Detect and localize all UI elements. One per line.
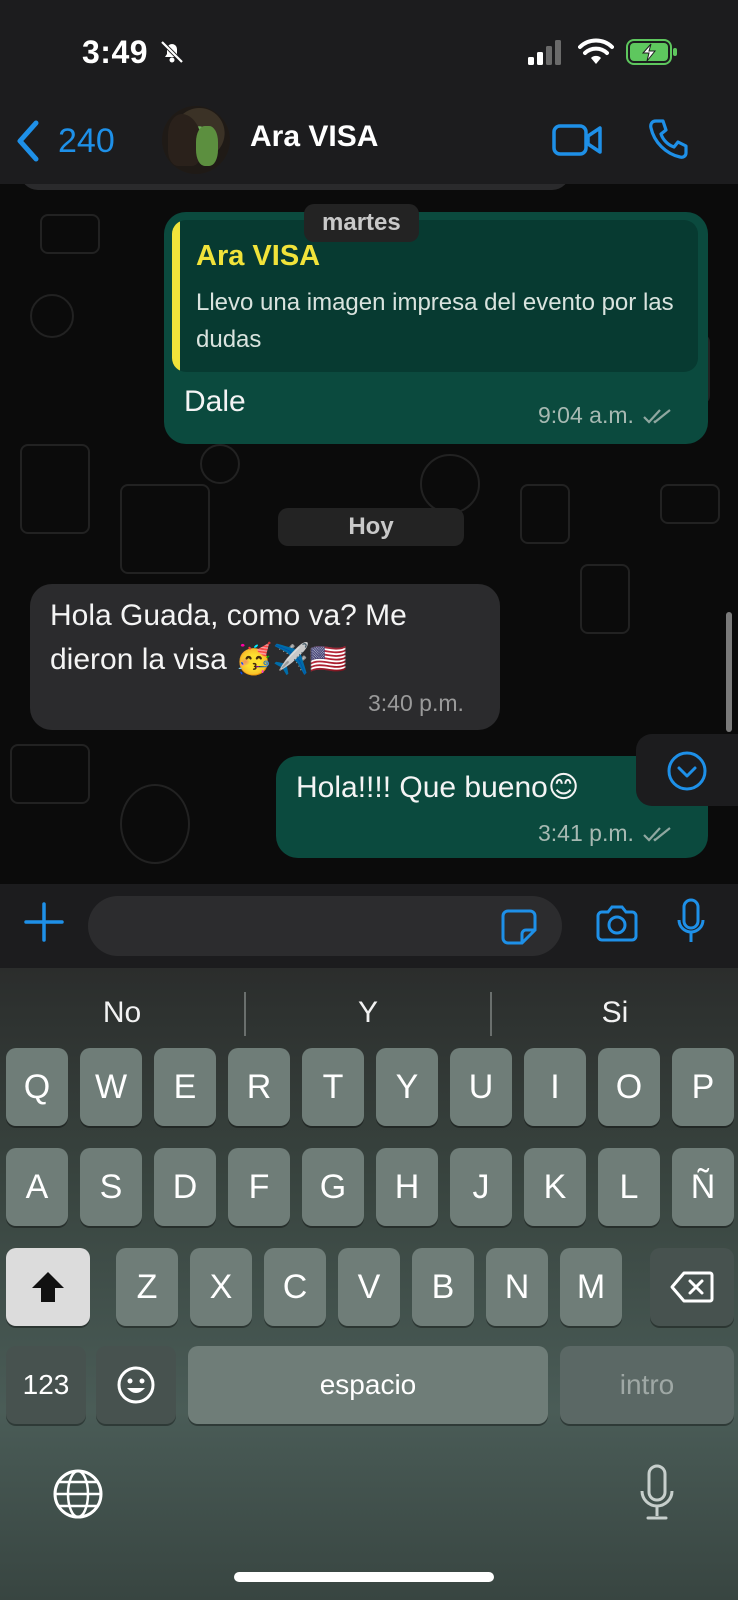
keyboard: No Y Si Q W E R T Y U I O P A S D F G H … (0, 968, 738, 1600)
message-meta: 9:04 a.m. (538, 402, 674, 429)
message-text-content: Hola!!!! Que bueno (296, 771, 548, 804)
space-key[interactable]: espacio (188, 1346, 548, 1424)
quoted-message[interactable]: Ara VISA Llevo una imagen impresa del ev… (172, 220, 698, 372)
dictation-mic-icon[interactable] (638, 1464, 676, 1524)
key-p[interactable]: P (672, 1048, 734, 1126)
key-s[interactable]: S (80, 1148, 142, 1226)
key-f[interactable]: F (228, 1148, 290, 1226)
contact-name[interactable]: Ara VISA (250, 120, 378, 154)
key-b[interactable]: B (412, 1248, 474, 1326)
key-x[interactable]: X (190, 1248, 252, 1326)
bell-slash-icon (160, 40, 184, 64)
key-enye[interactable]: Ñ (672, 1148, 734, 1226)
scroll-to-bottom-button[interactable] (636, 734, 738, 806)
key-k[interactable]: K (524, 1148, 586, 1226)
status-time: 3:49 (82, 34, 149, 70)
message-text: Hola!!!! Que bueno😊 (296, 766, 579, 810)
message-time: 3:40 p.m. (368, 690, 464, 716)
key-h[interactable]: H (376, 1148, 438, 1226)
unread-count: 240 (58, 121, 115, 160)
key-y[interactable]: Y (376, 1048, 438, 1126)
key-v[interactable]: V (338, 1248, 400, 1326)
globe-icon[interactable] (52, 1468, 104, 1520)
key-l[interactable]: L (598, 1148, 660, 1226)
phone-call-icon[interactable] (648, 118, 688, 160)
home-indicator[interactable] (234, 1572, 494, 1582)
key-o[interactable]: O (598, 1048, 660, 1126)
emoji-key[interactable] (96, 1346, 176, 1424)
microphone-icon[interactable] (676, 898, 706, 946)
key-w[interactable]: W (80, 1048, 142, 1126)
chevron-down-circle-icon (667, 751, 707, 791)
message-line-with-emojis: dieron la visa 🥳✈️🇺🇸 (50, 638, 490, 682)
previous-message-edge (20, 184, 570, 190)
video-call-icon[interactable] (552, 122, 602, 158)
key-j[interactable]: J (450, 1148, 512, 1226)
message-line: Hola Guada, como va? Me (50, 599, 407, 632)
shift-arrow-icon (32, 1272, 64, 1302)
key-e[interactable]: E (154, 1048, 216, 1126)
plus-icon[interactable] (22, 900, 66, 944)
suggestion-si[interactable]: Si (492, 986, 738, 1040)
back-button[interactable]: 240 (14, 116, 115, 166)
return-key[interactable]: intro (560, 1346, 734, 1424)
message-input[interactable] (88, 896, 562, 956)
read-ticks-icon (643, 826, 671, 842)
quoted-author: Ara VISA (196, 240, 321, 272)
key-u[interactable]: U (450, 1048, 512, 1126)
key-r[interactable]: R (228, 1048, 290, 1126)
key-c[interactable]: C (264, 1248, 326, 1326)
wifi-icon (578, 38, 614, 64)
outgoing-message[interactable]: Ara VISA Llevo una imagen impresa del ev… (164, 212, 708, 444)
emoji-smiley-icon (117, 1366, 155, 1404)
message-time: 9:04 a.m. (538, 402, 634, 428)
shift-key[interactable] (6, 1248, 90, 1326)
chevron-left-icon (17, 120, 39, 162)
key-i[interactable]: I (524, 1048, 586, 1126)
sticker-icon[interactable] (500, 908, 538, 946)
emoji-party-plane-flag: 🥳✈️🇺🇸 (235, 642, 348, 677)
scroll-indicator[interactable] (726, 612, 732, 732)
chat-header: 240 Ara VISA (0, 100, 738, 184)
emoji-smile: 😊 (547, 770, 580, 805)
key-m[interactable]: M (560, 1248, 622, 1326)
message-text: Hola Guada, como va? Me dieron la visa 🥳… (50, 594, 490, 682)
date-separator: martes (304, 204, 419, 242)
message-line: dieron la visa (50, 643, 227, 676)
delete-key[interactable] (650, 1248, 734, 1326)
avatar[interactable] (162, 106, 230, 174)
key-q[interactable]: Q (6, 1048, 68, 1126)
backspace-icon (670, 1271, 714, 1303)
key-n[interactable]: N (486, 1248, 548, 1326)
key-t[interactable]: T (302, 1048, 364, 1126)
key-d[interactable]: D (154, 1148, 216, 1226)
suggestion-y[interactable]: Y (246, 986, 490, 1040)
message-time: 3:41 p.m. (538, 820, 634, 846)
battery-charging-icon (626, 39, 677, 65)
incoming-message[interactable]: Hola Guada, como va? Me dieron la visa 🥳… (30, 584, 500, 730)
message-text: Dale (184, 385, 246, 418)
quote-bar (172, 220, 180, 372)
status-bar: 3:49 (0, 0, 738, 100)
cellular-signal-icon (528, 40, 561, 65)
key-a[interactable]: A (6, 1148, 68, 1226)
numbers-key[interactable]: 123 (6, 1346, 86, 1424)
key-z[interactable]: Z (116, 1248, 178, 1326)
message-meta: 3:41 p.m. (538, 820, 674, 847)
camera-icon[interactable] (594, 904, 640, 944)
read-ticks-icon (643, 408, 671, 424)
date-separator: Hoy (278, 508, 464, 546)
message-composer (0, 884, 738, 968)
chat-area[interactable]: Ara VISA Llevo una imagen impresa del ev… (0, 184, 738, 884)
message-meta: 3:40 p.m. (368, 690, 464, 717)
key-g[interactable]: G (302, 1148, 364, 1226)
quoted-text: Llevo una imagen impresa del evento por … (196, 289, 674, 353)
suggestion-no[interactable]: No (0, 986, 244, 1040)
